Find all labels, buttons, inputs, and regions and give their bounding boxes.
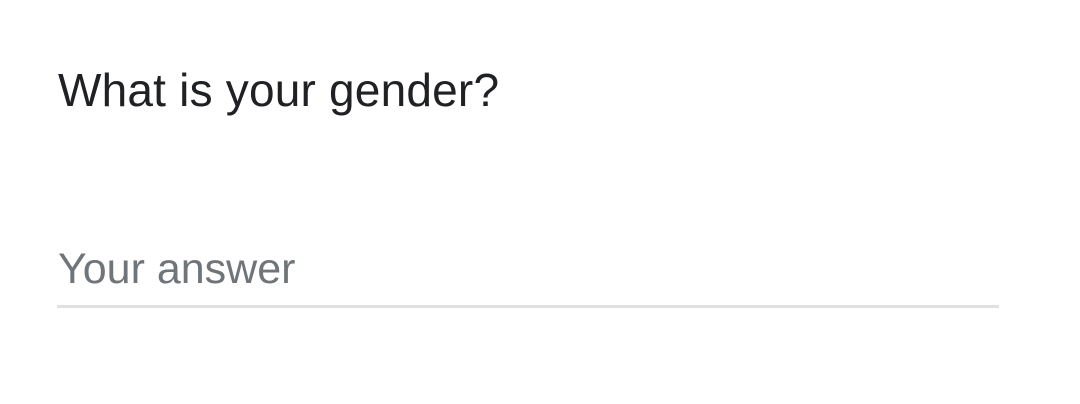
question-title: What is your gender? <box>58 64 500 116</box>
question-card: What is your gender? <box>0 0 1080 404</box>
answer-input[interactable] <box>57 234 999 305</box>
answer-field-container[interactable] <box>57 234 999 310</box>
answer-underline <box>57 305 999 308</box>
